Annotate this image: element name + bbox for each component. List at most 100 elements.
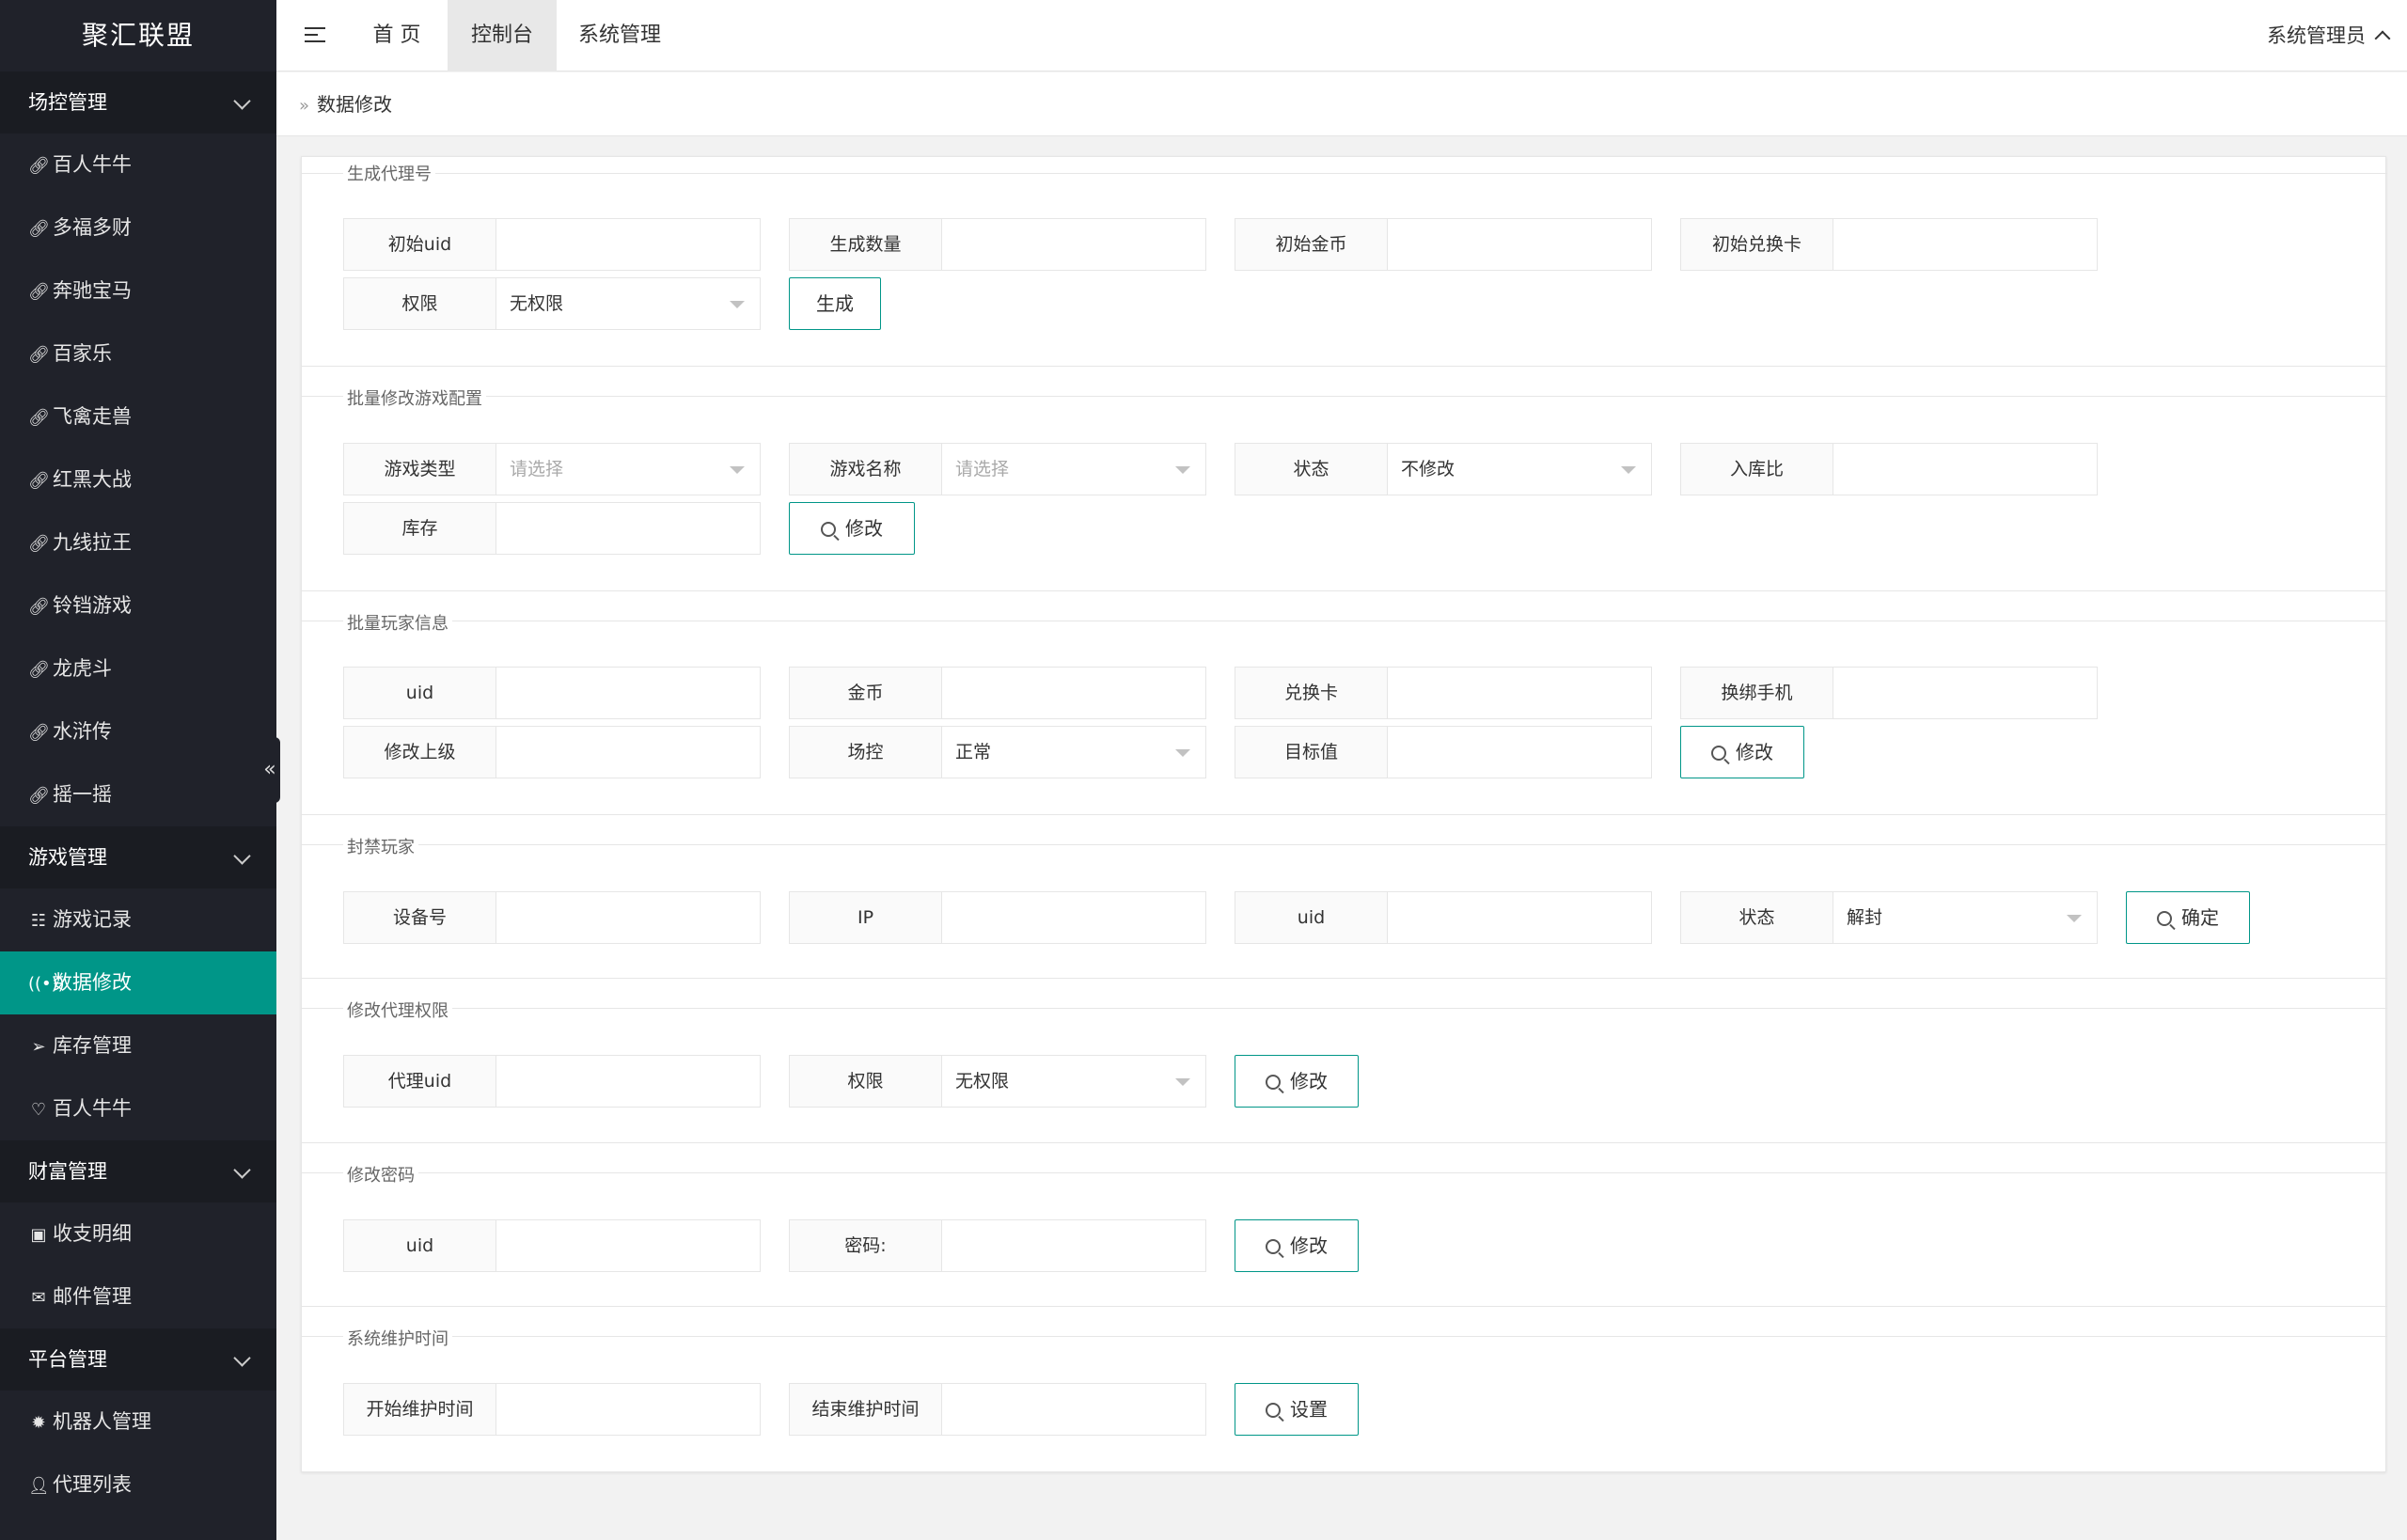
sidebar-item-jiuxian-lawang[interactable]: 🔗︎ 九线拉王 <box>0 511 276 574</box>
caret-down-icon <box>2067 915 2082 922</box>
control-select-value[interactable]: 正常 <box>942 727 1205 778</box>
field-label: 权限 <box>344 278 496 329</box>
status-select[interactable]: 状态 不修改 <box>1235 443 1652 495</box>
status-select-value[interactable]: 不修改 <box>1388 444 1651 495</box>
section-divider <box>302 1008 2387 1009</box>
sidebar-item-baccarat[interactable]: 🔗︎ 百家乐 <box>0 322 276 385</box>
user-menu[interactable]: 系统管理员 <box>2267 0 2391 71</box>
modify-player-button[interactable]: 修改 <box>1680 726 1804 778</box>
ban-status-select[interactable]: 状态 解封 <box>1680 891 2098 944</box>
caret-down-icon <box>1621 466 1636 474</box>
player-gold-input[interactable] <box>942 668 1205 718</box>
maintenance-end-input[interactable] <box>942 1384 1205 1435</box>
broadcast-icon: ((•)) <box>28 974 65 994</box>
generate-button[interactable]: 生成 <box>789 277 881 330</box>
agent-permission-select[interactable]: 权限 无权限 <box>789 1055 1206 1108</box>
game-type-placeholder[interactable]: 请选择 <box>496 444 760 495</box>
start-card-input[interactable] <box>1833 219 2097 270</box>
sidebar-item-lingdang-youxi[interactable]: 🔗︎ 铃铛游戏 <box>0 574 276 637</box>
player-uid-input[interactable] <box>496 668 760 718</box>
tab-home[interactable]: 首 页 <box>352 0 442 71</box>
field-label: 结束维护时间 <box>790 1384 942 1435</box>
search-icon <box>1711 746 1726 761</box>
tab-console[interactable]: 控制台 <box>448 0 557 71</box>
generate-count-field: 生成数量 <box>789 218 1206 271</box>
modify-game-config-button[interactable]: 修改 <box>789 502 915 555</box>
field-label: 入库比 <box>1681 444 1833 495</box>
password-field: 密码: <box>789 1219 1206 1272</box>
player-card-input[interactable] <box>1388 668 1651 718</box>
nav-group-game-management[interactable]: 游戏管理 <box>0 826 276 888</box>
sidebar-item-data-modify[interactable]: ((•))数据修改 <box>0 951 276 1014</box>
sidebar-item-robot-management[interactable]: ✹ 机器人管理 <box>0 1391 276 1454</box>
sidebar-item-feiqin-zoushou[interactable]: 🔗︎ 飞禽走兽 <box>0 385 276 448</box>
sidebar-item-duofu-duocai[interactable]: 🔗︎ 多福多财 <box>0 196 276 259</box>
password-input[interactable] <box>942 1220 1205 1271</box>
section-title-agent-permission: 修改代理权限 <box>343 998 452 1022</box>
permission-select-value[interactable]: 无权限 <box>496 278 760 329</box>
nav-group-field-control[interactable]: 场控管理 <box>0 71 276 134</box>
parent-input[interactable] <box>496 727 760 778</box>
menu-toggle-icon[interactable] <box>305 23 325 47</box>
sidebar-item-agent-list[interactable]: 👤︎ 代理列表 <box>0 1454 276 1516</box>
permission-select[interactable]: 权限 无权限 <box>343 277 761 330</box>
game-name-placeholder[interactable]: 请选择 <box>942 444 1205 495</box>
target-input[interactable] <box>1388 727 1651 778</box>
sidebar-item-honghei-dazhan[interactable]: 🔗︎ 红黑大战 <box>0 448 276 511</box>
sidebar-item-bairen-niuniu-2[interactable]: ♡ 百人牛牛 <box>0 1077 276 1140</box>
sidebar-item-label: 飞禽走兽 <box>53 405 132 428</box>
section-title-batch-game-config: 批量修改游戏配置 <box>343 385 486 410</box>
ban-uid-input[interactable] <box>1388 892 1651 943</box>
agent-uid-input[interactable] <box>496 1056 760 1107</box>
set-maintenance-button[interactable]: 设置 <box>1235 1383 1359 1436</box>
sidebar-item-yaoyiyao[interactable]: 🔗︎ 摇一摇 <box>0 763 276 826</box>
tab-system-management[interactable]: 系统管理 <box>560 0 679 71</box>
password-uid-input[interactable] <box>496 1220 760 1271</box>
modify-password-button[interactable]: 修改 <box>1235 1219 1359 1272</box>
stock-input[interactable] <box>496 503 760 554</box>
maintenance-start-field: 开始维护时间 <box>343 1383 761 1436</box>
sidebar-item-label: 库存管理 <box>53 1034 132 1057</box>
confirm-ban-button[interactable]: 确定 <box>2126 891 2250 944</box>
sidebar-item-benchi-baoma[interactable]: 🔗︎ 奔驰宝马 <box>0 259 276 322</box>
nav-group-platform-management[interactable]: 平台管理 <box>0 1328 276 1391</box>
sidebar-collapse-icon[interactable]: « <box>260 737 280 803</box>
game-name-select[interactable]: 游戏名称 请选择 <box>789 443 1206 495</box>
agent-permission-value[interactable]: 无权限 <box>942 1056 1205 1107</box>
section-divider <box>302 1172 2387 1173</box>
field-label: 兑换卡 <box>1235 668 1388 718</box>
caret-down-icon <box>730 466 745 474</box>
field-label: 设备号 <box>344 892 496 943</box>
device-input[interactable] <box>496 892 760 943</box>
maintenance-start-input[interactable] <box>496 1384 760 1435</box>
storage-ratio-input[interactable] <box>1833 444 2097 495</box>
generate-count-input[interactable] <box>942 219 1205 270</box>
sidebar-item-shuihuzhuan[interactable]: 🔗︎ 水浒传 <box>0 700 276 763</box>
sidebar-item-longhudou[interactable]: 🔗︎ 龙虎斗 <box>0 637 276 700</box>
sidebar-item-mail-management[interactable]: ✉ 邮件管理 <box>0 1265 276 1328</box>
sidebar-item-income-expense[interactable]: ▣ 收支明细 <box>0 1202 276 1265</box>
start-uid-input[interactable] <box>496 219 760 270</box>
sidebar-item-bairen-niuniu[interactable]: 🔗︎ 百人牛牛 <box>0 134 276 196</box>
sidebar-item-label: 铃铛游戏 <box>53 594 132 617</box>
field-label: uid <box>344 668 496 718</box>
search-icon <box>1266 1403 1281 1418</box>
bug-icon: ✹ <box>31 1413 46 1433</box>
modify-agent-permission-button[interactable]: 修改 <box>1235 1055 1359 1108</box>
start-gold-input[interactable] <box>1388 219 1651 270</box>
sidebar-item-stock-management[interactable]: ➢ 库存管理 <box>0 1014 276 1077</box>
game-type-select[interactable]: 游戏类型 请选择 <box>343 443 761 495</box>
sidebar-item-game-records[interactable]: ☷ 游戏记录 <box>0 888 276 951</box>
target-field: 目标值 <box>1235 726 1652 778</box>
chevron-down-icon <box>231 1328 254 1391</box>
ban-status-value[interactable]: 解封 <box>1833 892 2097 943</box>
control-select[interactable]: 场控 正常 <box>789 726 1206 778</box>
sidebar-item-label: 游戏记录 <box>53 908 132 931</box>
user-icon: 👤︎ <box>28 1476 50 1496</box>
ip-input[interactable] <box>942 892 1205 943</box>
sidebar-item-label: 代理列表 <box>53 1473 132 1496</box>
search-icon <box>821 522 836 537</box>
nav-group-wealth-management[interactable]: 财富管理 <box>0 1140 276 1202</box>
field-label: 初始金币 <box>1235 219 1388 270</box>
rebind-phone-input[interactable] <box>1833 668 2097 718</box>
